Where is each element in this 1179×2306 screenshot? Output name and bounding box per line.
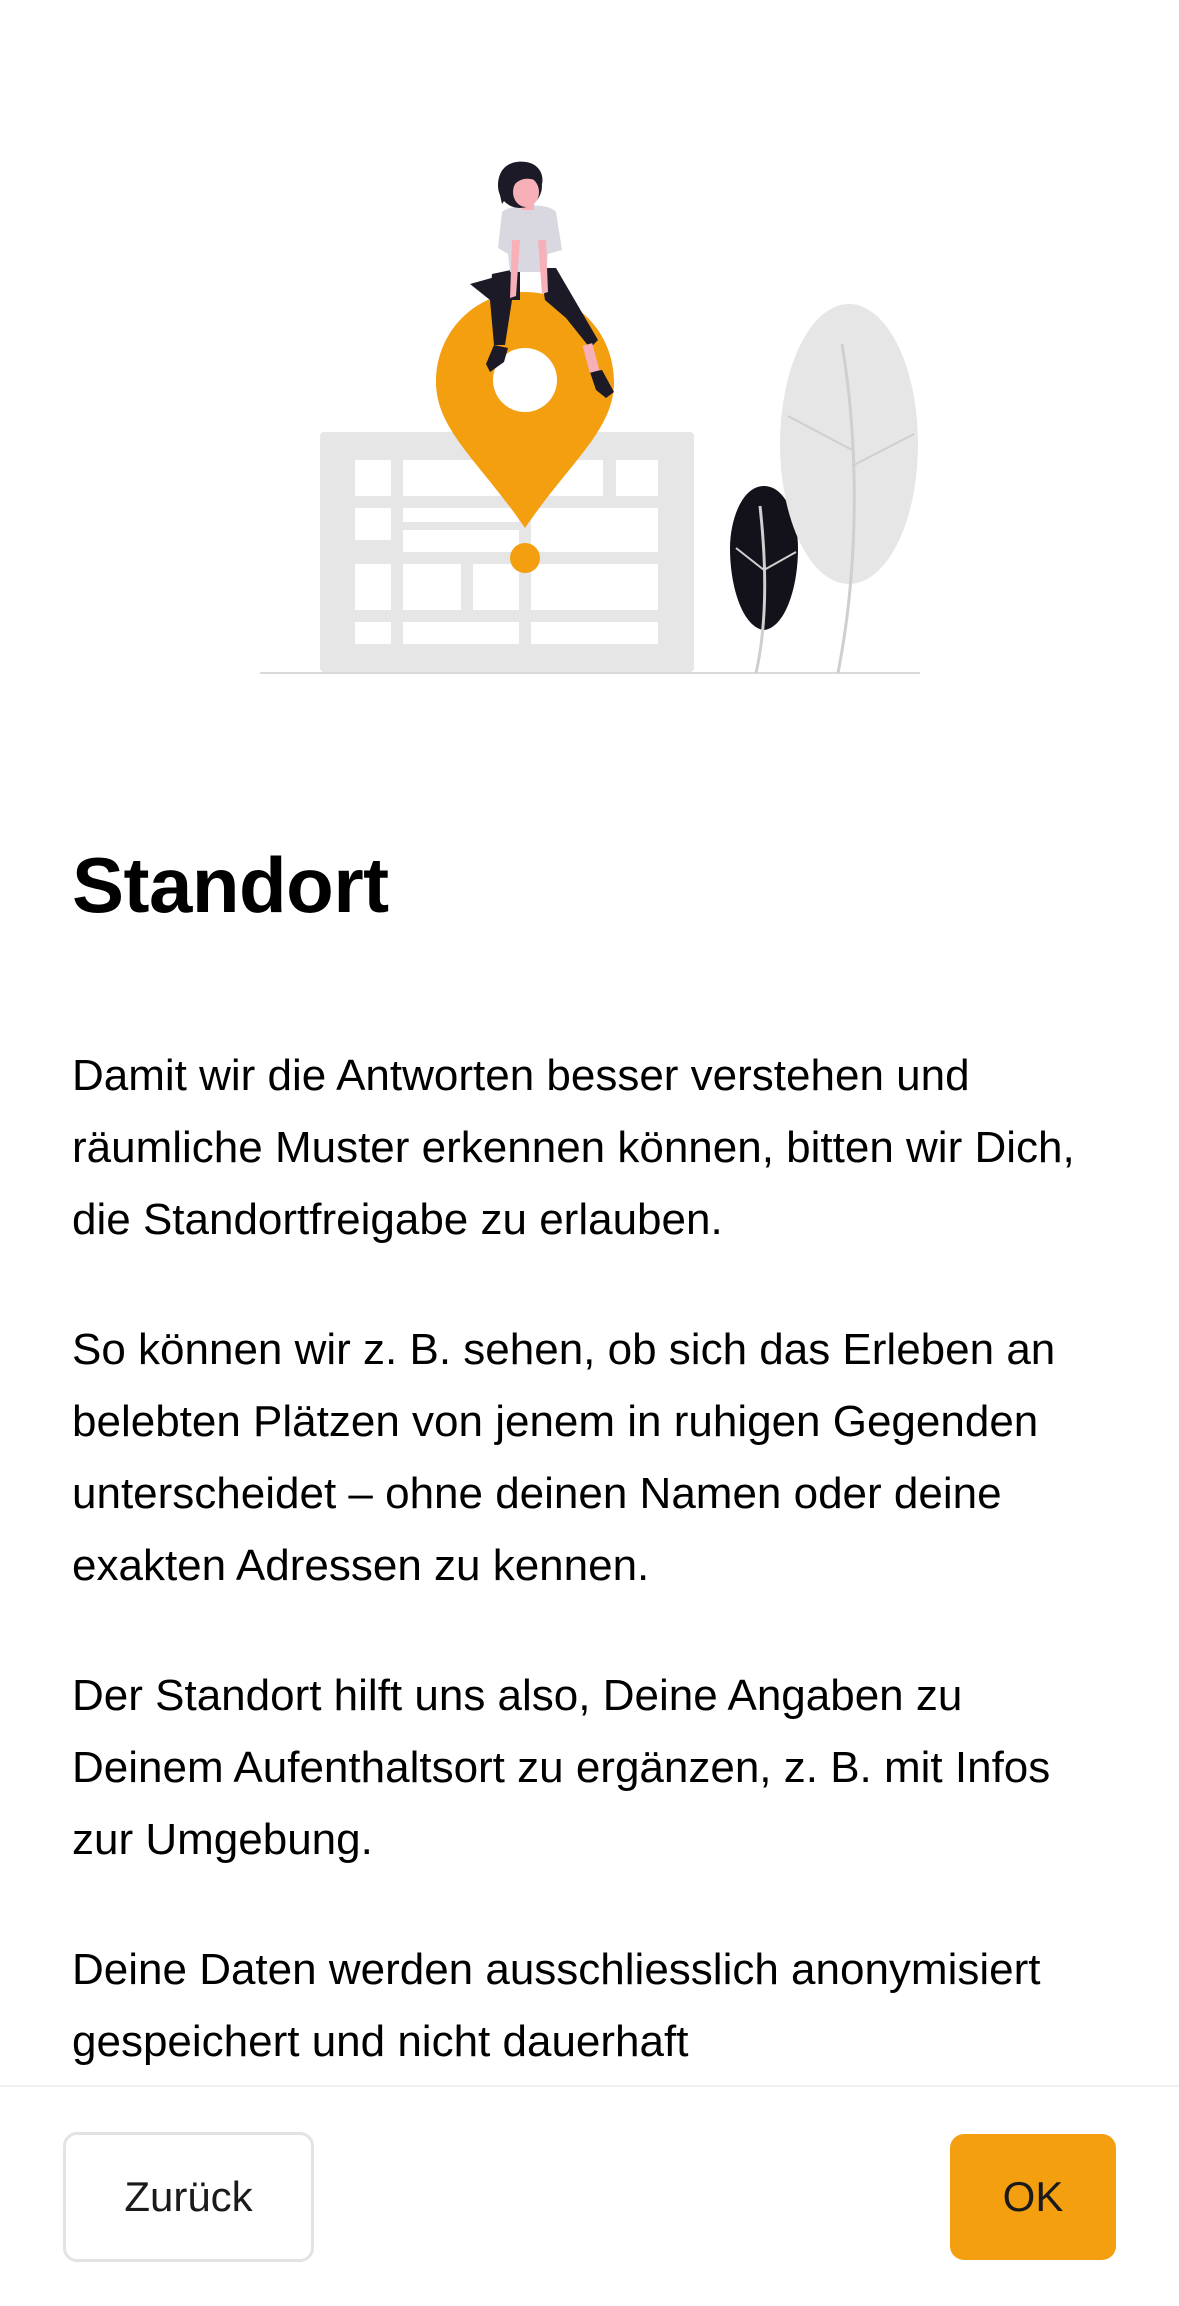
ok-button[interactable]: OK	[950, 2134, 1116, 2260]
footer-bar: Zurück OK	[0, 2085, 1179, 2306]
paragraph-usage: Der Standort hilft uns also, Deine Angab…	[72, 1671, 1051, 1864]
page-title: Standort	[72, 841, 389, 929]
content-area: Standort Damit wir die Antworten besser …	[72, 0, 1107, 2085]
paragraph-purpose: Damit wir die Antworten besser verstehen…	[72, 1051, 1075, 1244]
back-button[interactable]: Zurück	[63, 2132, 314, 2262]
paragraph-privacy: Deine Daten werden ausschliesslich anony…	[72, 1945, 1041, 2066]
description: Damit wir die Antworten besser verstehen…	[72, 1040, 1107, 2085]
paragraph-example: So können wir z. B. sehen, ob sich das E…	[72, 1325, 1056, 1590]
